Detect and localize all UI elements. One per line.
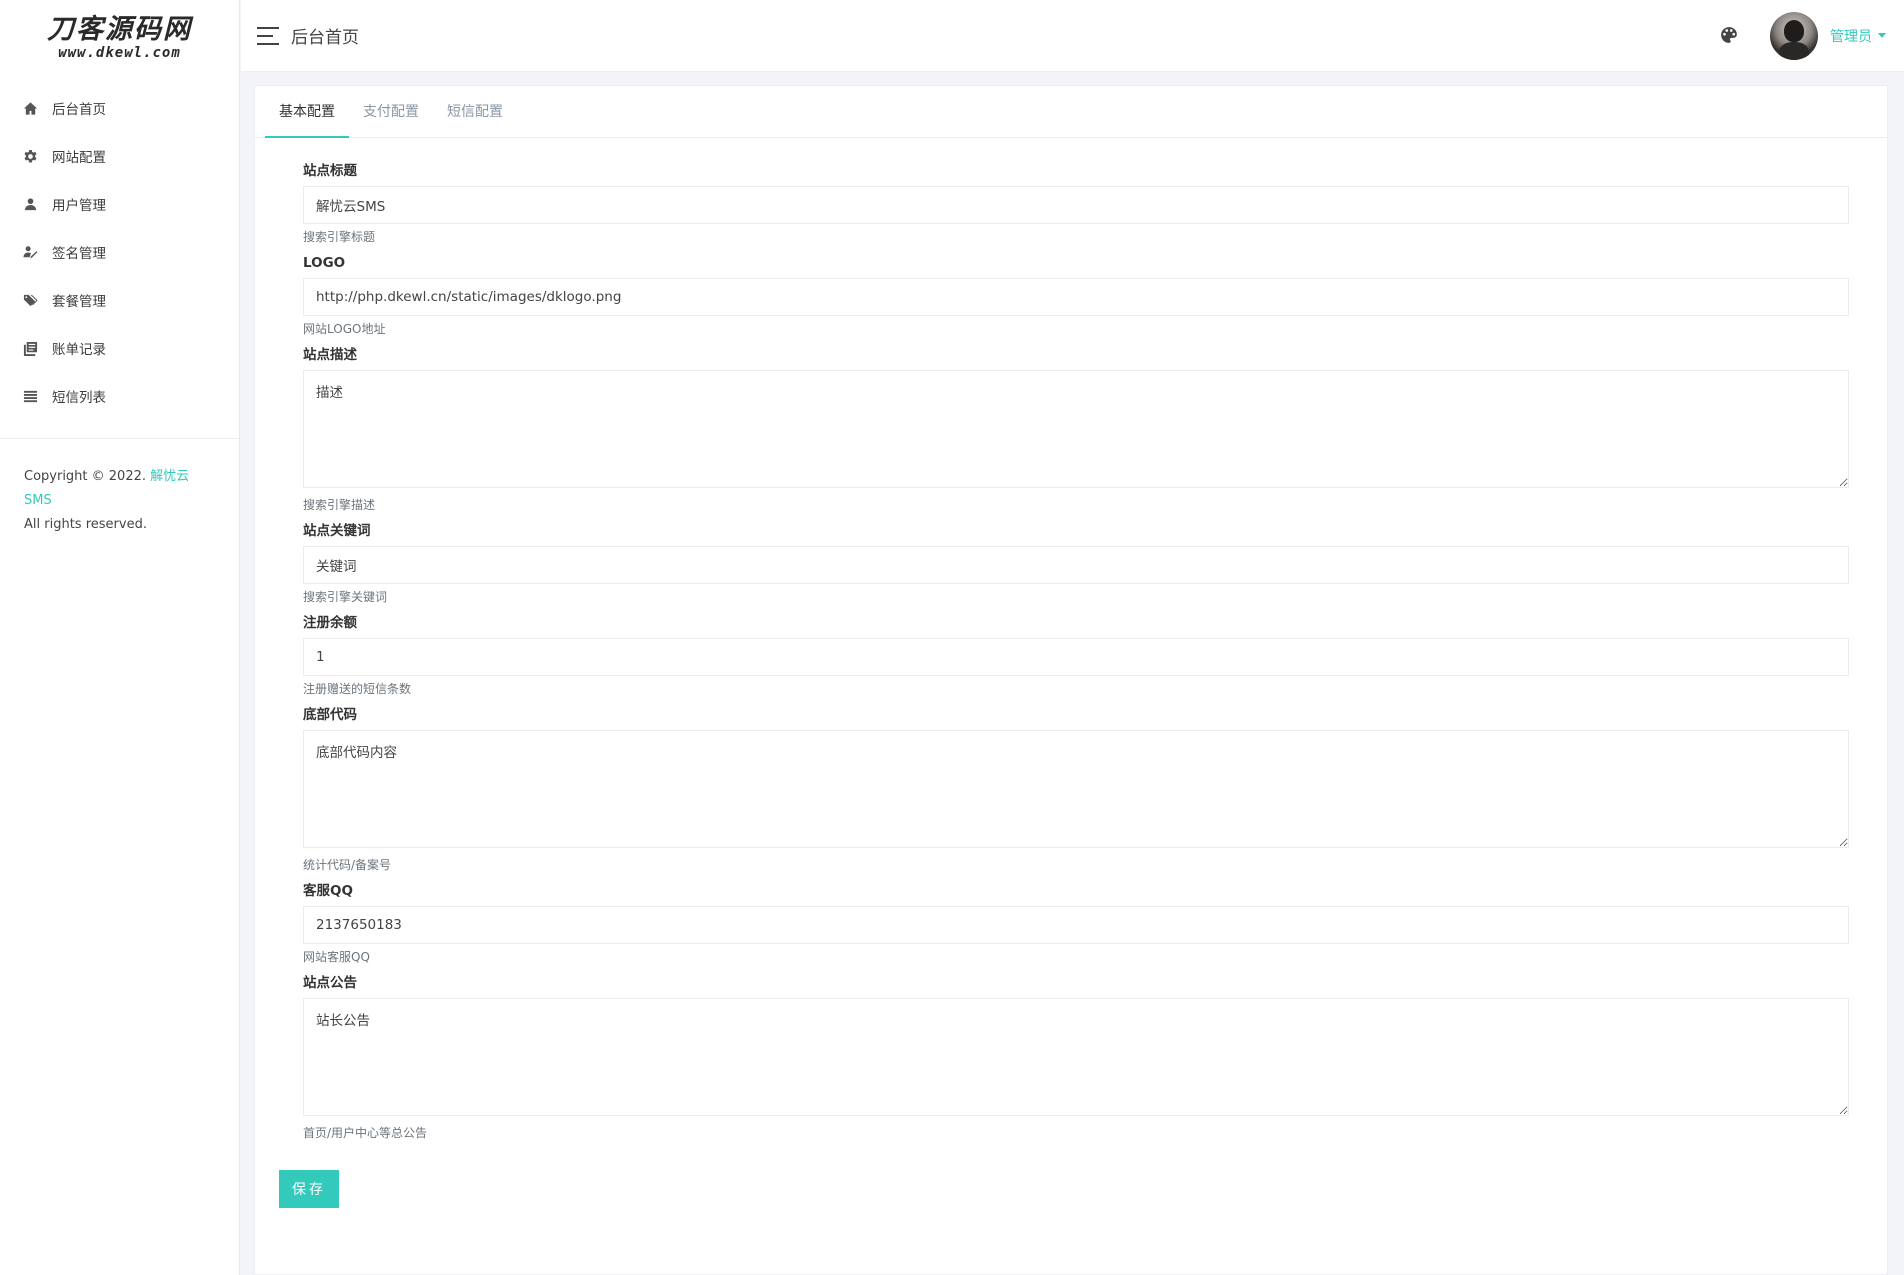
tab-basic-config[interactable]: 基本配置 [265, 86, 349, 138]
register-balance-label: 注册余额 [303, 615, 357, 631]
keywords-help: 搜索引擎关键词 [303, 590, 388, 604]
service-qq-input[interactable] [303, 906, 1849, 944]
user-icon [22, 196, 38, 212]
keywords-input[interactable] [303, 546, 1849, 584]
sidebar-item-sms-list[interactable]: 短信列表 [0, 372, 239, 420]
sidebar-item-signatures[interactable]: 签名管理 [0, 228, 239, 276]
notice-label: 站点公告 [303, 975, 357, 991]
sidebar-item-site-config[interactable]: 网站配置 [0, 132, 239, 180]
copyright-prefix: Copyright © 2022. [24, 469, 147, 484]
service-qq-label: 客服QQ [303, 883, 353, 899]
site-title-group: 站点标题 搜索引擎标题 [303, 162, 1849, 244]
logo-label: LOGO [303, 255, 346, 271]
user-name: 管理员 [1830, 28, 1872, 45]
header-actions: 管理员 [1720, 11, 1904, 60]
sidebar-item-bills[interactable]: 账单记录 [0, 324, 239, 372]
register-balance-help: 注册赠送的短信条数 [303, 682, 412, 696]
sidebar-item-label: 签名管理 [52, 246, 106, 262]
list-icon [22, 388, 38, 404]
sidebar: 刀客源码网 www.dkewl.com 后台首页 网站配置 用户管理 签名管理 [0, 0, 240, 1275]
tags-icon [22, 292, 38, 308]
footer-code-group: 底部代码 底部代码内容 统计代码/备案号 [303, 706, 1849, 872]
notice-group: 站点公告 站长公告 首页/用户中心等总公告 [303, 974, 1849, 1140]
footer-code-label: 底部代码 [303, 707, 357, 723]
keywords-label: 站点关键词 [303, 523, 371, 539]
page-title: 后台首页 [291, 28, 359, 48]
site-logo[interactable]: 刀客源码网 www.dkewl.com [0, 0, 239, 72]
sidebar-item-label: 套餐管理 [52, 294, 106, 310]
description-help: 搜索引擎描述 [303, 498, 376, 512]
logo-url-input[interactable] [303, 278, 1849, 316]
logo-sub-text: www.dkewl.com [58, 45, 181, 61]
site-title-help: 搜索引擎标题 [303, 230, 376, 244]
avatar[interactable] [1770, 11, 1818, 60]
copyright: Copyright © 2022. 解忧云SMS All rights rese… [0, 439, 239, 537]
notice-textarea[interactable]: 站长公告 [303, 998, 1849, 1116]
sidebar-item-label: 用户管理 [52, 198, 106, 214]
register-balance-group: 注册余额 注册赠送的短信条数 [303, 614, 1849, 696]
register-balance-input[interactable] [303, 638, 1849, 676]
gear-icon [22, 148, 38, 164]
tab-payment-config[interactable]: 支付配置 [349, 86, 433, 137]
tab-sms-config[interactable]: 短信配置 [433, 86, 517, 137]
footer-code-textarea[interactable]: 底部代码内容 [303, 730, 1849, 848]
basic-config-form: 站点标题 搜索引擎标题 LOGO 网站LOGO地址 站点描述 描述 搜索引擎描述… [255, 138, 1887, 1140]
sidebar-item-label: 账单记录 [52, 342, 106, 358]
logo-group: LOGO 网站LOGO地址 [303, 254, 1849, 336]
logo-main-text: 刀客源码网 [47, 14, 192, 45]
notice-help: 首页/用户中心等总公告 [303, 1126, 428, 1140]
site-title-label: 站点标题 [303, 163, 357, 179]
signature-icon [22, 244, 38, 260]
sidebar-item-users[interactable]: 用户管理 [0, 180, 239, 228]
description-label: 站点描述 [303, 347, 357, 363]
caret-down-icon [1878, 33, 1886, 38]
footer-code-help: 统计代码/备案号 [303, 858, 392, 872]
service-qq-help: 网站客服QQ [303, 950, 370, 964]
site-title-input[interactable] [303, 186, 1849, 224]
home-icon [22, 100, 38, 116]
config-card: 基本配置 支付配置 短信配置 站点标题 搜索引擎标题 LOGO 网站LOGO地址… [254, 85, 1888, 1275]
book-icon [22, 340, 38, 356]
palette-icon[interactable] [1720, 26, 1740, 46]
sidebar-item-label: 网站配置 [52, 150, 106, 166]
top-header: 后台首页 管理员 [241, 0, 1904, 72]
sidebar-item-packages[interactable]: 套餐管理 [0, 276, 239, 324]
save-button[interactable]: 保存 [279, 1170, 339, 1208]
service-qq-group: 客服QQ 网站客服QQ [303, 882, 1849, 964]
keywords-group: 站点关键词 搜索引擎关键词 [303, 522, 1849, 604]
description-group: 站点描述 描述 搜索引擎描述 [303, 346, 1849, 512]
sidebar-nav: 后台首页 网站配置 用户管理 签名管理 套餐管理 账单记录 短信列表 [0, 84, 239, 420]
copyright-suffix: All rights reserved. [24, 517, 147, 532]
menu-toggle-icon[interactable] [257, 26, 279, 45]
logo-help: 网站LOGO地址 [303, 322, 386, 336]
user-menu[interactable]: 管理员 [1830, 26, 1886, 46]
sidebar-item-home[interactable]: 后台首页 [0, 84, 239, 132]
sidebar-item-label: 短信列表 [52, 390, 106, 406]
description-textarea[interactable]: 描述 [303, 370, 1849, 488]
config-tabs: 基本配置 支付配置 短信配置 [255, 86, 1887, 138]
sidebar-item-label: 后台首页 [52, 102, 106, 118]
